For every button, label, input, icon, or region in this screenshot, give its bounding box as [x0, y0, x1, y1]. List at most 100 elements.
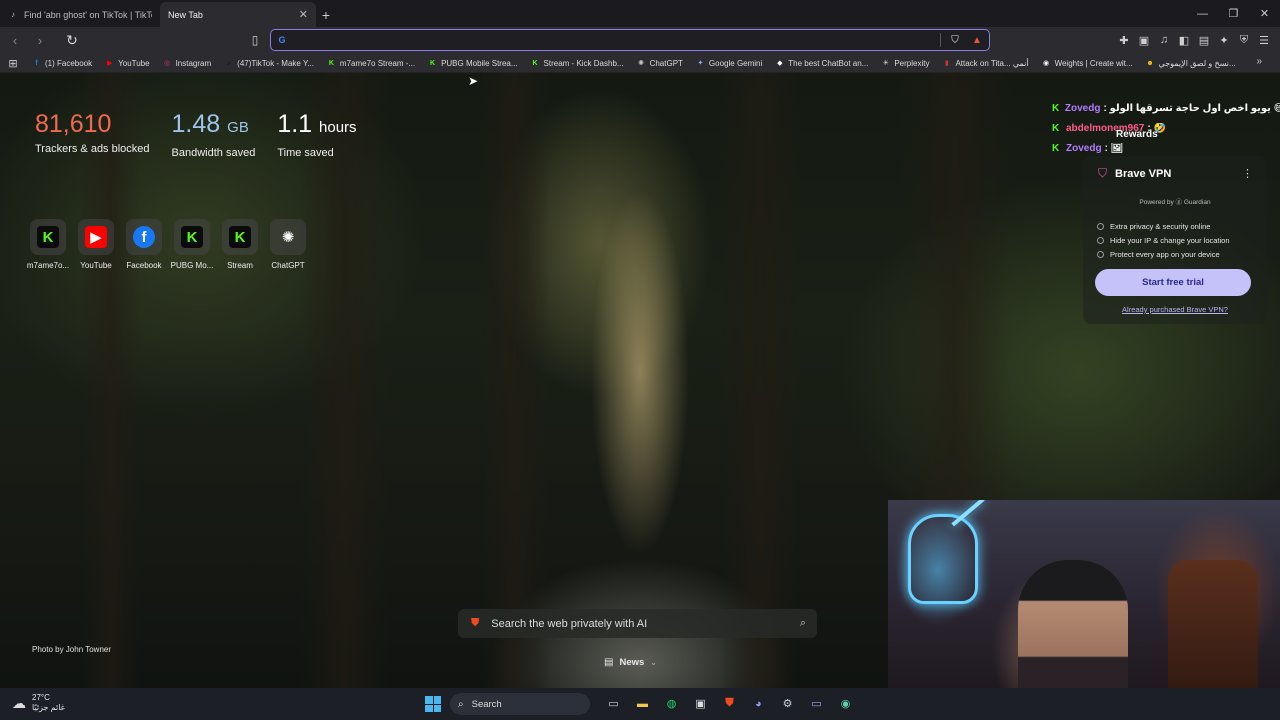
top-site-icon-box: K: [222, 219, 258, 255]
taskbar-search[interactable]: ⌕ Search: [450, 693, 590, 715]
more-options-icon[interactable]: ⋮: [1242, 167, 1253, 180]
bookmark-item[interactable]: ◉ Weights | Create wit...: [1042, 59, 1133, 68]
address-input[interactable]: [293, 31, 940, 49]
bookmark-item[interactable]: ♪ (47)TikTok - Make Y...: [224, 59, 314, 68]
bookmark-item[interactable]: K Stream - Kick Dashb...: [531, 59, 624, 68]
brave-vpn-card: ⛉ Brave VPN ⋮ Powered by ⓖ Guardian Extr…: [1083, 156, 1267, 324]
windows-start-icon[interactable]: [425, 696, 441, 712]
bookmark-item[interactable]: ✳ Perplexity: [881, 59, 930, 68]
bookmark-item[interactable]: ◆ The best ChatBot an...: [775, 59, 868, 68]
time-stat: 1.1 hours Time saved: [277, 109, 356, 159]
menu-icon[interactable]: ☰: [1256, 31, 1272, 49]
extensions-icon[interactable]: ✚: [1116, 31, 1132, 49]
brave-browser-icon[interactable]: ⛊: [720, 694, 739, 713]
time-value: 1.1 hours: [277, 109, 356, 143]
tiktok-icon: ♪: [11, 10, 15, 19]
steam-icon[interactable]: ⚙: [778, 694, 797, 713]
bookmark-label: (1) Facebook: [45, 58, 93, 68]
chat-username: Zovedg: [1066, 142, 1102, 154]
top-site-tile[interactable]: Km7ame7o...: [24, 219, 72, 270]
top-site-tile[interactable]: K PUBG Mo...: [168, 219, 216, 270]
vpn-icon[interactable]: ⛨: [1236, 31, 1252, 49]
media-icon[interactable]: ♫: [1156, 31, 1172, 49]
bookmark-item[interactable]: f (1) Facebook: [32, 59, 92, 68]
file-explorer-icon[interactable]: ▬: [633, 694, 652, 713]
leo-ai-icon[interactable]: ✦: [1216, 31, 1232, 49]
forward-icon[interactable]: ›: [30, 31, 50, 51]
already-purchased-link[interactable]: Already purchased Brave VPN?: [1083, 305, 1267, 314]
weather-cloud-icon: ☁: [12, 694, 26, 711]
minimize-icon[interactable]: —: [1187, 0, 1218, 27]
vpn-features: Extra privacy & security online Hide you…: [1097, 222, 1267, 259]
close-tab-icon[interactable]: ✕: [299, 8, 308, 21]
stream-chat-overlay: K Zovedg: يويو اخص اول حاجة تسرقها الولو …: [1052, 98, 1280, 158]
trackers-count: 81,610: [35, 110, 112, 138]
chat-message: K Zovedg: يويو اخص اول حاجة تسرقها الولو …: [1052, 98, 1280, 118]
apps-grid-icon[interactable]: ⊞: [6, 56, 20, 70]
new-tab-button[interactable]: +: [316, 2, 336, 27]
sidebar-icon[interactable]: ◧: [1176, 31, 1192, 49]
kick-icon: K: [1052, 142, 1060, 154]
top-site-tile[interactable]: K Stream: [216, 219, 264, 270]
brave-shields-icon[interactable]: ⛉: [949, 34, 961, 46]
rewards-label[interactable]: Rewards: [1116, 129, 1158, 140]
address-bar[interactable]: G ⛉ ▲: [270, 29, 990, 51]
top-site-tile[interactable]: ▶ YouTube: [72, 219, 120, 270]
bookmark-item[interactable]: ✦ Google Gemini: [696, 59, 762, 68]
search-placeholder[interactable]: Search the web privately with AI: [491, 618, 800, 630]
wallet-icon[interactable]: ▤: [1196, 31, 1212, 49]
ai-search-box[interactable]: ⛊ Search the web privately with AI ⌕: [458, 609, 817, 638]
kick-icon: K: [229, 226, 251, 248]
bookmarks-bar: ⊞ f (1) Facebook ▶ YouTube ◎ Instagram ♪ (47)Ti…: [0, 54, 1280, 73]
chevron-down-icon: ⌄: [650, 657, 657, 667]
task-view-icon[interactable]: ▭: [604, 694, 623, 713]
bookmark-item[interactable]: ✺ ChatGPT: [637, 59, 683, 68]
bandwidth-unit: GB: [227, 119, 249, 136]
check-icon: [1097, 251, 1104, 258]
top-site-label: m7ame7o...: [26, 261, 70, 270]
bookmark-item[interactable]: ☻ نسخ و لصق الإيموجي...: [1146, 59, 1235, 68]
bookmark-item[interactable]: ◎ Instagram: [163, 58, 212, 68]
tab-new-tab[interactable]: New Tab ✕: [160, 2, 316, 27]
reload-icon[interactable]: ↻: [62, 31, 82, 51]
feature-text: Hide your IP & change your location: [1110, 236, 1230, 245]
discord-icon[interactable]: ◕: [749, 694, 768, 713]
close-window-icon[interactable]: ✕: [1249, 0, 1280, 27]
globe-app-icon[interactable]: ◉: [836, 694, 855, 713]
bookmark-label: Instagram: [175, 58, 212, 68]
top-site-tile[interactable]: f Facebook: [120, 219, 168, 270]
back-icon[interactable]: ‹: [5, 31, 25, 51]
restore-icon[interactable]: ❐: [1218, 0, 1249, 27]
bookmarks-overflow-icon[interactable]: »: [1256, 56, 1262, 67]
youtube-icon: ▶: [85, 226, 107, 248]
search-icon[interactable]: ⌕: [800, 617, 806, 630]
chat-message: Kabdelmonem967: 🤣: [1052, 118, 1280, 138]
top-site-icon-box: K: [174, 219, 210, 255]
terminal-icon[interactable]: ▭: [807, 694, 826, 713]
photo-credit[interactable]: Photo by John Towner: [32, 645, 111, 654]
top-site-tile[interactable]: ✺ ChatGPT: [264, 219, 312, 270]
bookmark-item[interactable]: Km7ame7o Stream -...: [327, 59, 415, 68]
gemini-icon: ✦: [697, 60, 704, 67]
screen-capture-icon[interactable]: ▣: [691, 694, 710, 713]
anime-icon: ▮: [945, 60, 949, 67]
kick-icon: K: [532, 59, 538, 67]
news-toggle[interactable]: ▤ News ⌄: [604, 654, 657, 670]
brave-rewards-icon[interactable]: ▲: [971, 34, 983, 46]
facebook-icon: f: [35, 59, 38, 67]
chat-username: Zovedg: [1064, 102, 1101, 114]
perplexity-icon: ✳: [882, 60, 889, 67]
bookmark-item[interactable]: K PUBG Mobile Strea...: [428, 59, 518, 68]
whatsapp-icon[interactable]: ◍: [662, 694, 681, 713]
bookmark-page-icon[interactable]: ▯: [247, 31, 263, 49]
top-site-label: ChatGPT: [271, 261, 305, 270]
tab-tiktok[interactable]: ♪ Find 'abn ghost' on TikTok | TikTok Se: [0, 2, 160, 27]
bookmark-item[interactable]: ▮ Attack on Tita... أنمي: [942, 59, 1029, 68]
start-free-trial-button[interactable]: Start free trial: [1095, 269, 1251, 296]
weather-widget[interactable]: ☁ 27°C غائم جزئيًا: [12, 693, 65, 713]
screenshot-icon[interactable]: ▣: [1136, 31, 1152, 49]
bookmark-item[interactable]: ▶ YouTube: [105, 59, 150, 68]
vpn-feature: Protect every app on your device: [1097, 250, 1267, 259]
bookmark-label: ChatGPT: [649, 58, 683, 68]
taskbar-search-label: Search: [471, 698, 502, 710]
